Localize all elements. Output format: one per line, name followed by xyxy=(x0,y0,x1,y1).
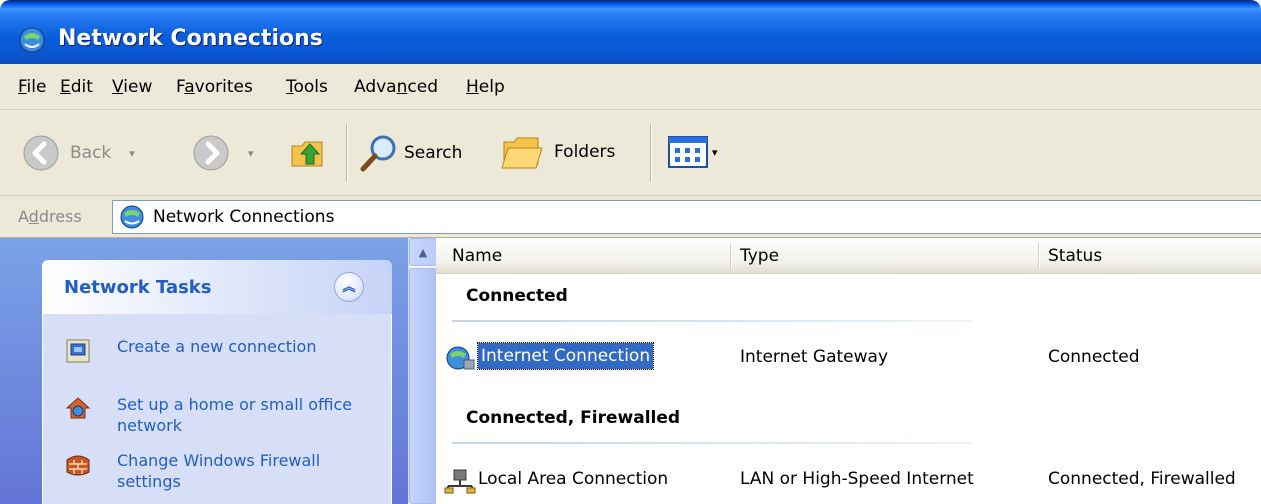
column-header-type[interactable]: Type xyxy=(740,246,779,266)
connections-list: Name Type Status Connected Internet Conn… xyxy=(436,238,1261,504)
group-header: Connected, Firewalled xyxy=(436,408,1261,448)
collapse-chevron-icon[interactable]: ︽ xyxy=(334,272,364,302)
folders-icon xyxy=(501,137,543,169)
group-divider xyxy=(452,442,972,444)
menu-favorites[interactable]: Favorites xyxy=(176,77,253,97)
up-folder-icon xyxy=(291,141,323,167)
address-label: Address xyxy=(18,207,82,226)
toolbar: Back ▾ ▾ Search Folders ▾ xyxy=(0,110,1261,196)
address-bar: Address Network Connections xyxy=(0,196,1261,238)
network-tasks-header[interactable]: Network Tasks ︽ xyxy=(42,260,392,314)
group-title: Connected, Firewalled xyxy=(466,408,681,428)
menu-help[interactable]: Help xyxy=(466,77,505,97)
column-header-row: Name Type Status xyxy=(436,238,1261,274)
connection-status: Connected xyxy=(1048,347,1140,367)
connection-type: Internet Gateway xyxy=(740,347,889,367)
search-label: Search xyxy=(404,143,463,163)
forward-arrow-icon xyxy=(193,135,229,171)
column-header-status[interactable]: Status xyxy=(1048,246,1102,266)
back-dropdown-icon[interactable]: ▾ xyxy=(129,147,135,160)
views-button[interactable]: ▾ xyxy=(668,136,718,168)
toolbar-separator xyxy=(346,124,348,182)
task-label: Create a new connection xyxy=(117,337,317,356)
task-label: Set up a home or small office network xyxy=(117,395,353,435)
forward-button[interactable]: ▾ xyxy=(192,134,254,172)
group-title: Connected xyxy=(466,286,568,306)
scroll-up-arrow-icon[interactable]: ▲ xyxy=(409,238,437,266)
group-divider xyxy=(452,320,972,322)
search-button[interactable]: Search xyxy=(358,132,462,174)
address-input[interactable]: Network Connections xyxy=(112,200,1261,234)
menu-advanced[interactable]: Advanced xyxy=(354,77,438,97)
network-connections-icon xyxy=(19,27,45,53)
title-bar: Network Connections xyxy=(0,0,1261,64)
new-connection-icon xyxy=(66,339,90,363)
folders-label: Folders xyxy=(554,142,616,162)
connection-type: LAN or High-Speed Internet xyxy=(740,469,974,489)
column-divider[interactable] xyxy=(730,243,732,269)
internet-gateway-icon xyxy=(446,346,475,370)
task-label: Change Windows Firewall settings xyxy=(117,451,321,491)
connection-name[interactable]: Local Area Connection xyxy=(478,469,668,489)
menu-tools[interactable]: Tools xyxy=(286,77,328,97)
network-tasks-panel: Network Tasks ︽ Create a new connection … xyxy=(42,260,392,504)
network-tasks-body: Create a new connection Set up a home or… xyxy=(42,314,392,504)
search-icon xyxy=(360,135,396,172)
home-network-icon xyxy=(65,397,91,419)
menu-bar: File Edit View Favorites Tools Advanced … xyxy=(0,64,1261,110)
column-header-name[interactable]: Name xyxy=(452,246,502,266)
firewall-icon xyxy=(66,455,90,476)
scroll-thumb[interactable] xyxy=(409,268,437,504)
list-item[interactable]: Local Area Connection LAN or High-Speed … xyxy=(436,462,1261,498)
views-dropdown-icon[interactable]: ▾ xyxy=(712,146,718,159)
network-tasks-title: Network Tasks xyxy=(64,277,212,298)
connection-status: Connected, Firewalled xyxy=(1048,469,1236,489)
toolbar-separator xyxy=(650,124,652,182)
task-pane: Network Tasks ︽ Create a new connection … xyxy=(0,238,408,504)
network-connections-icon xyxy=(120,205,144,229)
connection-name[interactable]: Internet Connection xyxy=(476,342,655,370)
folders-button[interactable]: Folders xyxy=(500,132,615,172)
menu-edit[interactable]: Edit xyxy=(60,77,93,97)
back-arrow-icon xyxy=(23,135,59,171)
up-folder-button[interactable] xyxy=(288,132,328,172)
back-button[interactable]: Back ▾ xyxy=(22,134,135,172)
menu-file[interactable]: File xyxy=(18,77,46,97)
group-header: Connected xyxy=(436,286,1261,326)
back-label: Back xyxy=(70,143,112,163)
forward-dropdown-icon[interactable]: ▾ xyxy=(248,147,254,160)
views-grid-icon xyxy=(668,136,708,168)
column-divider[interactable] xyxy=(1038,243,1040,269)
lan-connection-icon xyxy=(444,469,476,494)
list-item[interactable]: Internet Connection Internet Gateway Con… xyxy=(436,340,1261,376)
task-pane-scrollbar[interactable]: ▲ xyxy=(408,238,437,504)
window-title: Network Connections xyxy=(58,26,323,51)
address-value: Network Connections xyxy=(153,207,335,227)
menu-view[interactable]: View xyxy=(112,77,152,97)
